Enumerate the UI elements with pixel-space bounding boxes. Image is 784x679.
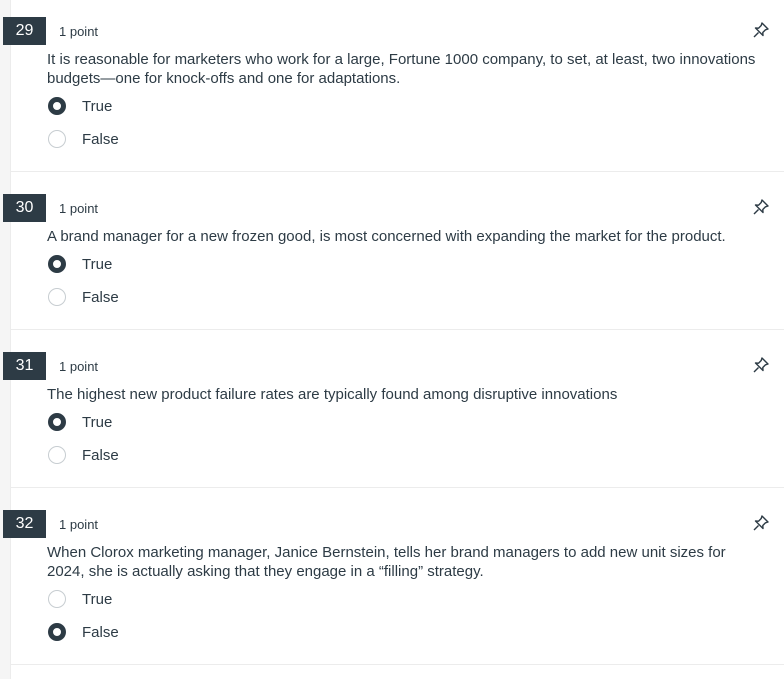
question-31: 31 1 point The highest new product failu… (3, 330, 784, 488)
answer-label: False (82, 288, 119, 306)
question-text: When Clorox marketing manager, Janice Be… (47, 544, 726, 580)
answer-option-false[interactable]: False (48, 621, 119, 643)
question-number-badge: 29 (3, 17, 46, 45)
answer-option-false[interactable]: False (48, 444, 119, 466)
quiz-page: 29 1 point It is reasonable for marketer… (0, 0, 784, 679)
question-points: 1 point (59, 359, 99, 374)
answer-label: True (82, 413, 113, 431)
radio-button[interactable] (48, 255, 66, 273)
answer-label: True (82, 255, 113, 273)
question-number-badge: 30 (3, 194, 46, 222)
answer-option-true[interactable]: True (48, 411, 112, 433)
question-number-badge: 32 (3, 510, 46, 538)
answer-option-true[interactable]: True (48, 253, 112, 275)
radio-button[interactable] (48, 413, 66, 431)
question-points: 1 point (59, 24, 99, 39)
radio-button[interactable] (48, 97, 66, 115)
radio-button[interactable] (48, 130, 66, 148)
pin-icon[interactable] (752, 21, 770, 39)
question-text: It is reasonable for marketers who work … (47, 51, 756, 87)
question-30: 30 1 point A brand manager for a new fro… (3, 172, 784, 330)
radio-button[interactable] (48, 590, 66, 608)
answer-option-false[interactable]: False (48, 128, 119, 150)
pin-icon[interactable] (752, 356, 770, 374)
answer-option-true[interactable]: True (48, 95, 112, 117)
answer-label: False (82, 446, 119, 464)
radio-button[interactable] (48, 446, 66, 464)
pin-icon[interactable] (752, 198, 770, 216)
answer-option-false[interactable]: False (48, 286, 119, 308)
question-number-badge: 31 (3, 352, 46, 380)
pin-icon[interactable] (752, 514, 770, 532)
answer-option-true[interactable]: True (48, 588, 112, 610)
answer-label: True (82, 97, 113, 115)
answer-label: False (82, 130, 119, 148)
question-29: 29 1 point It is reasonable for marketer… (3, 0, 784, 172)
radio-button[interactable] (48, 623, 66, 641)
question-points: 1 point (59, 201, 99, 216)
radio-button[interactable] (48, 288, 66, 306)
question-text: The highest new product failure rates ar… (47, 386, 618, 403)
question-text: A brand manager for a new frozen good, i… (47, 228, 726, 245)
question-points: 1 point (59, 517, 99, 532)
answer-label: True (82, 590, 113, 608)
answer-label: False (82, 623, 119, 641)
question-32: 32 1 point When Clorox marketing manager… (3, 488, 784, 665)
